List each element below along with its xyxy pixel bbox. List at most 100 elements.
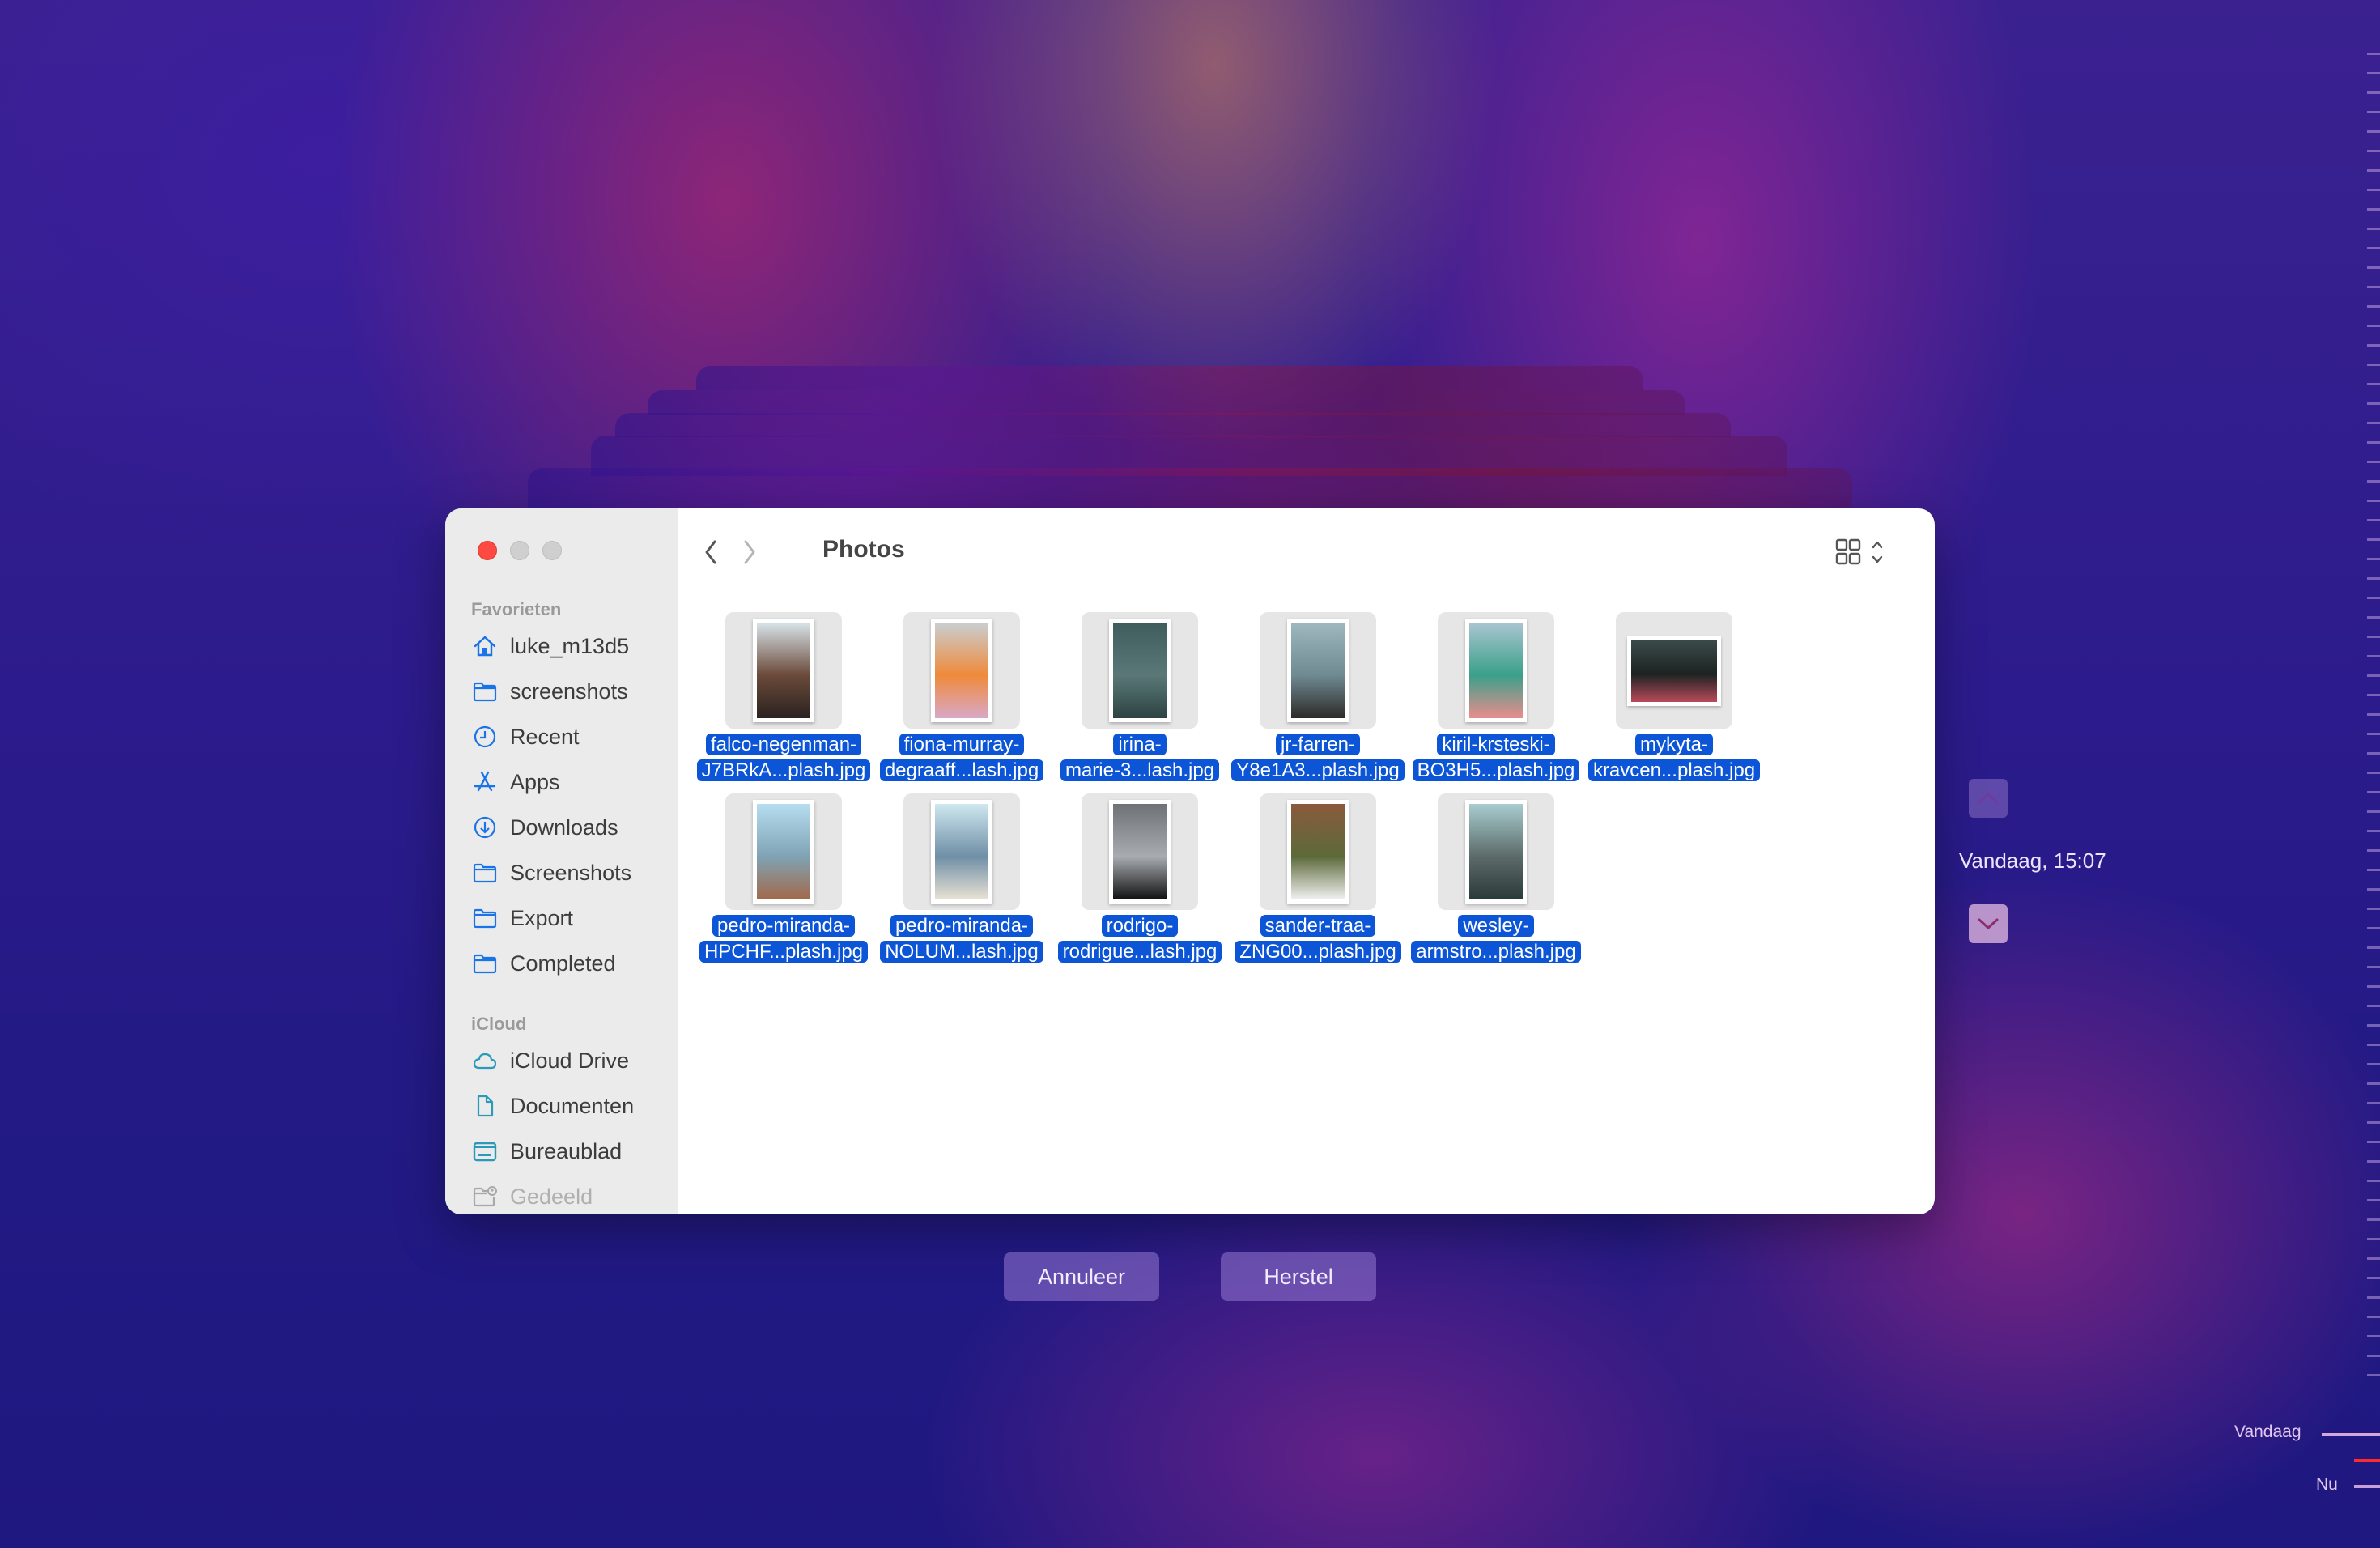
timeline-tick[interactable] — [2367, 597, 2380, 599]
timeline-tick[interactable] — [2367, 500, 2380, 502]
view-mode-button[interactable] — [1834, 534, 1894, 570]
previous-snapshot-window[interactable] — [615, 413, 1731, 437]
timeline-tick[interactable] — [2367, 519, 2380, 521]
timeline-tick[interactable] — [2367, 325, 2380, 327]
sidebar-item-export[interactable]: Export — [471, 899, 665, 938]
timeline-tick[interactable] — [2367, 1296, 2380, 1299]
timeline-tick[interactable] — [2367, 1024, 2380, 1027]
timeline-tick[interactable] — [2367, 1257, 2380, 1260]
timeline-tick[interactable] — [2367, 1277, 2380, 1279]
cancel-button[interactable]: Annuleer — [1004, 1252, 1159, 1301]
timeline-tick[interactable] — [2367, 791, 2380, 793]
timeline-tick[interactable] — [2367, 111, 2380, 113]
timeline-tick[interactable] — [2367, 1218, 2380, 1221]
timeline-tick[interactable] — [2367, 1005, 2380, 1007]
timeline-tick[interactable] — [2367, 1044, 2380, 1046]
restore-button[interactable]: Herstel — [1221, 1252, 1376, 1301]
timeline-tick[interactable] — [2367, 772, 2380, 774]
close-button[interactable] — [478, 541, 497, 560]
timeline-tick[interactable] — [2367, 1082, 2380, 1085]
back-button[interactable] — [695, 534, 727, 570]
sidebar-item-recent[interactable]: Recent — [471, 717, 665, 756]
older-snapshot-button[interactable] — [1969, 779, 2008, 818]
timeline-tick[interactable] — [2367, 72, 2380, 74]
timeline-tick[interactable] — [2367, 422, 2380, 424]
previous-snapshot-window[interactable] — [696, 366, 1643, 390]
timeline-tick[interactable] — [2367, 1141, 2380, 1143]
file-item[interactable]: pedro-miranda- HPCHF...plash.jpg — [695, 780, 873, 968]
timeline-now-marker[interactable] — [2354, 1485, 2380, 1488]
timeline-tick[interactable] — [2367, 208, 2380, 211]
timeline-tick[interactable] — [2367, 752, 2380, 755]
timeline-tick[interactable] — [2367, 830, 2380, 832]
timeline-tick[interactable] — [2367, 344, 2380, 347]
sidebar-item-gedeeld[interactable]: Gedeeld — [471, 1177, 665, 1214]
timeline-tick[interactable] — [2367, 266, 2380, 269]
timeline-tick[interactable] — [2367, 577, 2380, 580]
timeline-tick[interactable] — [2367, 1354, 2380, 1357]
sidebar-item-documenten[interactable]: Documenten — [471, 1087, 665, 1125]
timeline-tick[interactable] — [2367, 888, 2380, 891]
file-item[interactable]: sander-traa- ZNG00...plash.jpg — [1229, 780, 1407, 968]
timeline-tick[interactable] — [2367, 713, 2380, 716]
file-item[interactable]: falco-negenman- J7BRkA...plash.jpg — [695, 599, 873, 787]
timeline-tick[interactable] — [2367, 1160, 2380, 1163]
file-item[interactable]: fiona-murray-degraaff...lash.jpg — [873, 599, 1051, 787]
timeline-tick[interactable] — [2367, 150, 2380, 152]
timeline-tick[interactable] — [2367, 908, 2380, 910]
timeline-tick[interactable] — [2367, 53, 2380, 55]
timeline-tick[interactable] — [2367, 130, 2380, 133]
file-item[interactable]: kiril-krsteski- BO3H5...plash.jpg — [1407, 599, 1585, 787]
zoom-button[interactable] — [542, 541, 562, 560]
timeline-tick[interactable] — [2367, 869, 2380, 871]
forward-button[interactable] — [733, 534, 766, 570]
timeline-tick[interactable] — [2367, 402, 2380, 405]
newer-snapshot-button[interactable] — [1969, 904, 2008, 943]
timeline-tick[interactable] — [2367, 364, 2380, 366]
timeline-tick[interactable] — [2367, 674, 2380, 677]
timeline-tick[interactable] — [2367, 1238, 2380, 1240]
timeline-tick[interactable] — [2367, 247, 2380, 249]
timeline-tick[interactable] — [2367, 985, 2380, 988]
sidebar-item-luke-m13d5[interactable]: luke_m13d5 — [471, 627, 665, 666]
timeline-tick[interactable] — [2367, 1102, 2380, 1104]
timeline-tick[interactable] — [2367, 1063, 2380, 1065]
file-item[interactable]: rodrigo-rodrigue...lash.jpg — [1051, 780, 1229, 968]
timeline-tick[interactable] — [2367, 694, 2380, 696]
timeline-tick[interactable] — [2367, 228, 2380, 230]
file-item[interactable]: jr-farren- Y8e1A3...plash.jpg — [1229, 599, 1407, 787]
sidebar-item-screenshots[interactable]: screenshots — [471, 672, 665, 711]
timeline-tick[interactable] — [2367, 1374, 2380, 1376]
sidebar-item-apps[interactable]: Apps — [471, 763, 665, 802]
timeline-tick[interactable] — [2367, 946, 2380, 949]
timeline-tick[interactable] — [2367, 1180, 2380, 1182]
timeline-tick[interactable] — [2367, 441, 2380, 444]
previous-snapshot-window[interactable] — [648, 390, 1685, 415]
sidebar-item-icloud-drive[interactable]: iCloud Drive — [471, 1041, 665, 1080]
timeline-tick[interactable] — [2367, 733, 2380, 735]
file-item[interactable]: pedro-miranda- NOLUM...lash.jpg — [873, 780, 1051, 968]
timeline-tick[interactable] — [2367, 538, 2380, 541]
timeline-tick[interactable] — [2367, 558, 2380, 560]
timeline-tick[interactable] — [2367, 189, 2380, 191]
timeline-tick[interactable] — [2367, 966, 2380, 968]
timeline-today-marker[interactable] — [2322, 1433, 2380, 1436]
timeline-tick[interactable] — [2367, 616, 2380, 619]
timeline-tick[interactable] — [2367, 383, 2380, 385]
minimize-button[interactable] — [510, 541, 529, 560]
sidebar-item-downloads[interactable]: Downloads — [471, 808, 665, 847]
file-item[interactable]: irina-marie-3...lash.jpg — [1051, 599, 1229, 787]
timeline-tick[interactable] — [2367, 849, 2380, 852]
timeline-tick[interactable] — [2367, 1316, 2380, 1318]
timeline-tick[interactable] — [2367, 480, 2380, 483]
timeline-tick[interactable] — [2367, 655, 2380, 657]
sidebar-item-bureaublad[interactable]: Bureaublad — [471, 1132, 665, 1171]
timeline-tick[interactable] — [2367, 91, 2380, 94]
previous-snapshot-window[interactable] — [528, 468, 1852, 508]
timeline-tick[interactable] — [2367, 810, 2380, 813]
sidebar-item-screenshots-2[interactable]: Screenshots — [471, 853, 665, 892]
timeline-current-marker[interactable] — [2354, 1459, 2380, 1462]
timeline-tick[interactable] — [2367, 169, 2380, 172]
sidebar-item-completed[interactable]: Completed — [471, 944, 665, 983]
timeline-tick[interactable] — [2367, 305, 2380, 308]
